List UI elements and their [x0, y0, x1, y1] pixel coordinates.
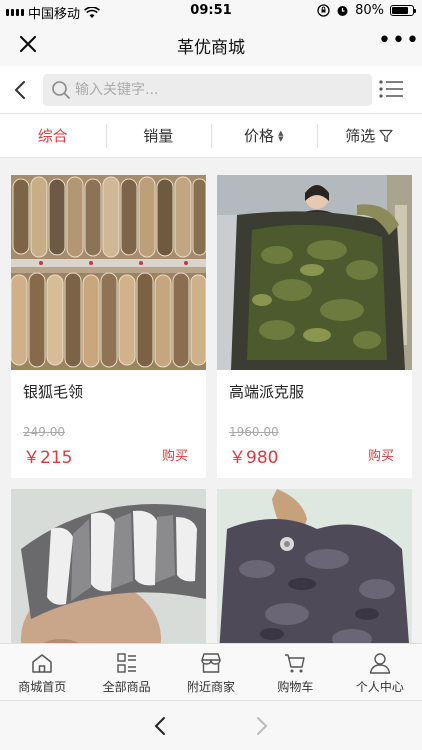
nav-home[interactable]: 商城首页 [0, 644, 84, 700]
search-input[interactable] [75, 74, 365, 106]
product-name[interactable]: 高端派克服 [229, 381, 304, 402]
more-icon[interactable]: ••• [378, 30, 419, 54]
product-image[interactable] [217, 489, 412, 643]
mall-page: 中国移动 09:51 80% 革优商城 ••• 综合 销量 [0, 0, 422, 750]
tab-label: 筛选 [345, 127, 376, 145]
nav-profile[interactable]: 个人中心 [338, 644, 422, 700]
filter-icon [379, 129, 393, 142]
product-card[interactable]: 高端派克服 1960.00 ￥980 购买 [217, 175, 412, 478]
nav-label: 附近商家 [187, 680, 236, 694]
search-box[interactable] [43, 74, 372, 106]
nav-label: 商城首页 [18, 680, 67, 694]
tab-comprehensive[interactable]: 综合 [0, 114, 106, 157]
tab-label: 价格 [244, 127, 275, 145]
tab-price[interactable]: 价格 ▲ ▼ [211, 114, 317, 157]
back-arrow-icon[interactable] [10, 78, 32, 102]
search-icon [52, 81, 70, 99]
product-grid: 银狐毛领 249.00 ￥215 购买 高端派克服 1960.00 ￥980 购… [0, 158, 422, 643]
store-icon [201, 653, 221, 673]
tab-label: 销量 [143, 127, 174, 145]
product-card[interactable]: 银狐毛领 249.00 ￥215 购买 [11, 175, 206, 478]
product-card[interactable] [11, 489, 206, 643]
nav-nearby-stores[interactable]: 附近商家 [169, 644, 253, 700]
category-list-icon [116, 653, 136, 673]
battery-percent: 80% [355, 3, 384, 18]
nav-label: 购物车 [277, 680, 314, 694]
search-row [0, 66, 422, 114]
browser-forward-icon[interactable] [250, 714, 272, 738]
page-title: 革优商城 [177, 38, 245, 58]
sort-tabs: 综合 销量 价格 ▲ ▼ 筛选 [0, 114, 422, 158]
sort-arrows-icon: ▲ ▼ [278, 128, 284, 143]
status-bar: 中国移动 09:51 80% [0, 0, 422, 22]
sale-price: ￥215 [23, 448, 73, 468]
tab-filter[interactable]: 筛选 [316, 114, 422, 157]
product-image[interactable] [217, 175, 412, 370]
sale-price: ￥980 [229, 448, 279, 468]
nav-label: 个人中心 [355, 680, 404, 694]
title-bar: 革优商城 ••• [0, 22, 422, 66]
bottom-nav: 商城首页 全部商品 附近商家 购物车 个人中心 [0, 643, 422, 700]
buy-button[interactable]: 购买 [162, 445, 188, 464]
rotation-lock-icon [317, 4, 330, 17]
product-image[interactable] [11, 489, 206, 643]
nav-label: 全部商品 [102, 680, 151, 694]
battery-icon [390, 5, 416, 16]
home-icon [32, 654, 52, 673]
nav-all-products[interactable]: 全部商品 [84, 644, 168, 700]
product-image[interactable] [11, 175, 206, 370]
original-price: 249.00 [23, 425, 65, 439]
cart-icon [285, 654, 306, 673]
product-card[interactable] [217, 489, 412, 643]
product-name[interactable]: 银狐毛领 [23, 381, 83, 402]
buy-button[interactable]: 购买 [368, 445, 394, 464]
list-view-icon[interactable] [378, 78, 404, 100]
tab-sales[interactable]: 销量 [105, 114, 212, 157]
user-icon [369, 653, 391, 674]
browser-toolbar [0, 700, 422, 750]
original-price: 1960.00 [229, 425, 279, 439]
tab-label: 综合 [37, 127, 68, 145]
alarm-icon [337, 6, 348, 16]
nav-cart[interactable]: 购物车 [253, 644, 337, 700]
browser-back-icon[interactable] [150, 714, 172, 738]
